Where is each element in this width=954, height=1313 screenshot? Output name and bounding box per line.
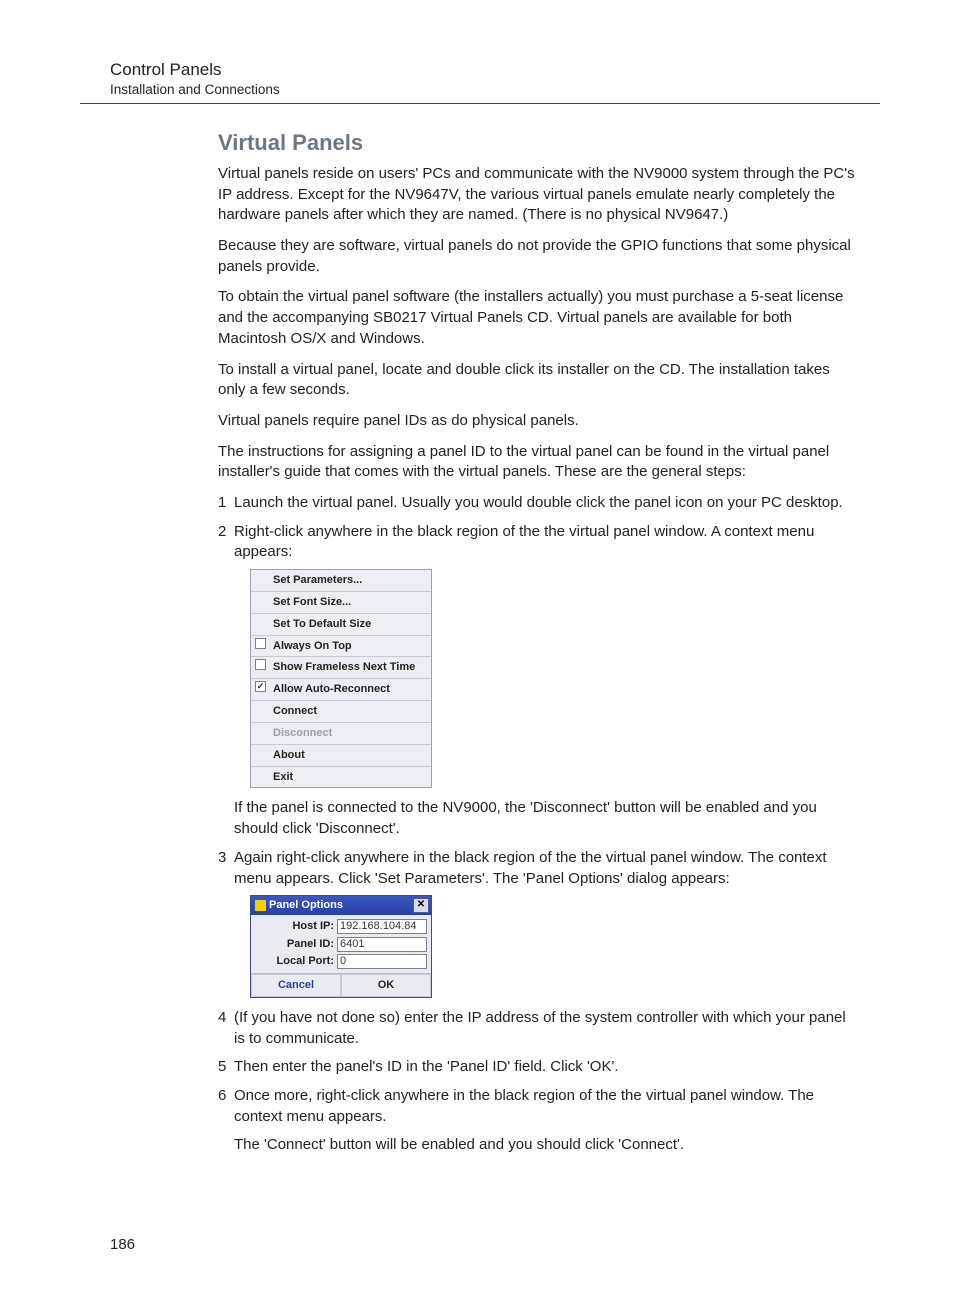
main-content: Virtual Panels Virtual panels reside on … bbox=[218, 130, 858, 1156]
step-text: Then enter the panel's ID in the 'Panel … bbox=[234, 1058, 619, 1075]
panel-options-dialog: Panel Options ✕ Host IP: 192.168.104.84 … bbox=[250, 895, 432, 998]
document-page: Control Panels Installation and Connecti… bbox=[0, 0, 954, 1313]
page-number: 186 bbox=[80, 1236, 874, 1253]
menu-item-disconnect: Disconnect bbox=[251, 723, 431, 745]
checkbox-icon[interactable]: ✓ bbox=[255, 681, 266, 692]
context-menu: Set Parameters... Set Font Size... Set T… bbox=[250, 569, 432, 788]
step-text: Once more, right-click anywhere in the b… bbox=[234, 1087, 814, 1125]
local-port-label: Local Port: bbox=[277, 954, 334, 969]
step-item: 1 Launch the virtual panel. Usually you … bbox=[218, 493, 858, 514]
body-paragraph: The instructions for assigning a panel I… bbox=[218, 442, 858, 483]
dialog-row: Local Port: 0 bbox=[255, 954, 427, 969]
section-heading: Virtual Panels bbox=[218, 130, 858, 156]
app-icon bbox=[255, 900, 266, 911]
body-paragraph: To obtain the virtual panel software (th… bbox=[218, 287, 858, 349]
menu-label: Allow Auto-Reconnect bbox=[273, 683, 390, 695]
step-number: 6 bbox=[218, 1086, 226, 1107]
menu-item-set-font-size[interactable]: Set Font Size... bbox=[251, 592, 431, 614]
step-text: Launch the virtual panel. Usually you wo… bbox=[234, 494, 843, 511]
body-paragraph: Virtual panels require panel IDs as do p… bbox=[218, 411, 858, 432]
header-title: Control Panels bbox=[110, 60, 880, 80]
checkbox-icon[interactable] bbox=[255, 638, 266, 649]
step-number: 2 bbox=[218, 522, 226, 543]
panel-id-label: Panel ID: bbox=[287, 937, 334, 952]
step-text: (If you have not done so) enter the IP a… bbox=[234, 1009, 846, 1047]
menu-item-set-default-size[interactable]: Set To Default Size bbox=[251, 614, 431, 636]
step-follow-text: If the panel is connected to the NV9000,… bbox=[234, 798, 858, 839]
body-paragraph: Because they are software, virtual panel… bbox=[218, 236, 858, 277]
panel-id-field[interactable]: 6401 bbox=[337, 937, 427, 952]
body-paragraph: Virtual panels reside on users' PCs and … bbox=[218, 164, 858, 226]
step-follow-text: The 'Connect' button will be enabled and… bbox=[234, 1135, 858, 1156]
dialog-title: Panel Options bbox=[269, 898, 343, 913]
body-paragraph: To install a virtual panel, locate and d… bbox=[218, 360, 858, 401]
ok-button[interactable]: OK bbox=[341, 974, 431, 997]
menu-label: Always On Top bbox=[273, 640, 352, 652]
dialog-row: Panel ID: 6401 bbox=[255, 937, 427, 952]
step-number: 1 bbox=[218, 493, 226, 514]
menu-label: Show Frameless Next Time bbox=[273, 661, 415, 673]
step-text: Right-click anywhere in the black region… bbox=[234, 523, 814, 561]
step-number: 3 bbox=[218, 848, 226, 869]
step-text: Again right-click anywhere in the black … bbox=[234, 849, 827, 887]
running-header: Control Panels Installation and Connecti… bbox=[80, 60, 880, 104]
header-subtitle: Installation and Connections bbox=[110, 82, 880, 97]
checkbox-icon[interactable] bbox=[255, 659, 266, 670]
menu-item-about[interactable]: About bbox=[251, 745, 431, 767]
step-number: 5 bbox=[218, 1057, 226, 1078]
step-item: 5 Then enter the panel's ID in the 'Pane… bbox=[218, 1057, 858, 1078]
dialog-titlebar: Panel Options ✕ bbox=[251, 896, 431, 915]
menu-item-auto-reconnect[interactable]: ✓ Allow Auto-Reconnect bbox=[251, 679, 431, 701]
host-ip-field[interactable]: 192.168.104.84 bbox=[337, 919, 427, 934]
close-icon[interactable]: ✕ bbox=[413, 898, 429, 913]
menu-item-always-on-top[interactable]: Always On Top bbox=[251, 636, 431, 658]
step-list: 1 Launch the virtual panel. Usually you … bbox=[218, 493, 858, 1156]
menu-item-set-parameters[interactable]: Set Parameters... bbox=[251, 570, 431, 592]
local-port-field[interactable]: 0 bbox=[337, 954, 427, 969]
step-item: 2 Right-click anywhere in the black regi… bbox=[218, 522, 858, 840]
host-ip-label: Host IP: bbox=[292, 919, 334, 934]
menu-item-show-frameless[interactable]: Show Frameless Next Time bbox=[251, 657, 431, 679]
cancel-button[interactable]: Cancel bbox=[251, 974, 341, 997]
menu-item-exit[interactable]: Exit bbox=[251, 767, 431, 788]
step-item: 6 Once more, right-click anywhere in the… bbox=[218, 1086, 858, 1156]
step-item: 4 (If you have not done so) enter the IP… bbox=[218, 1008, 858, 1049]
dialog-body: Host IP: 192.168.104.84 Panel ID: 6401 L… bbox=[251, 915, 431, 973]
step-number: 4 bbox=[218, 1008, 226, 1029]
step-item: 3 Again right-click anywhere in the blac… bbox=[218, 848, 858, 998]
dialog-row: Host IP: 192.168.104.84 bbox=[255, 919, 427, 934]
menu-item-connect[interactable]: Connect bbox=[251, 701, 431, 723]
dialog-buttons: Cancel OK bbox=[251, 973, 431, 997]
